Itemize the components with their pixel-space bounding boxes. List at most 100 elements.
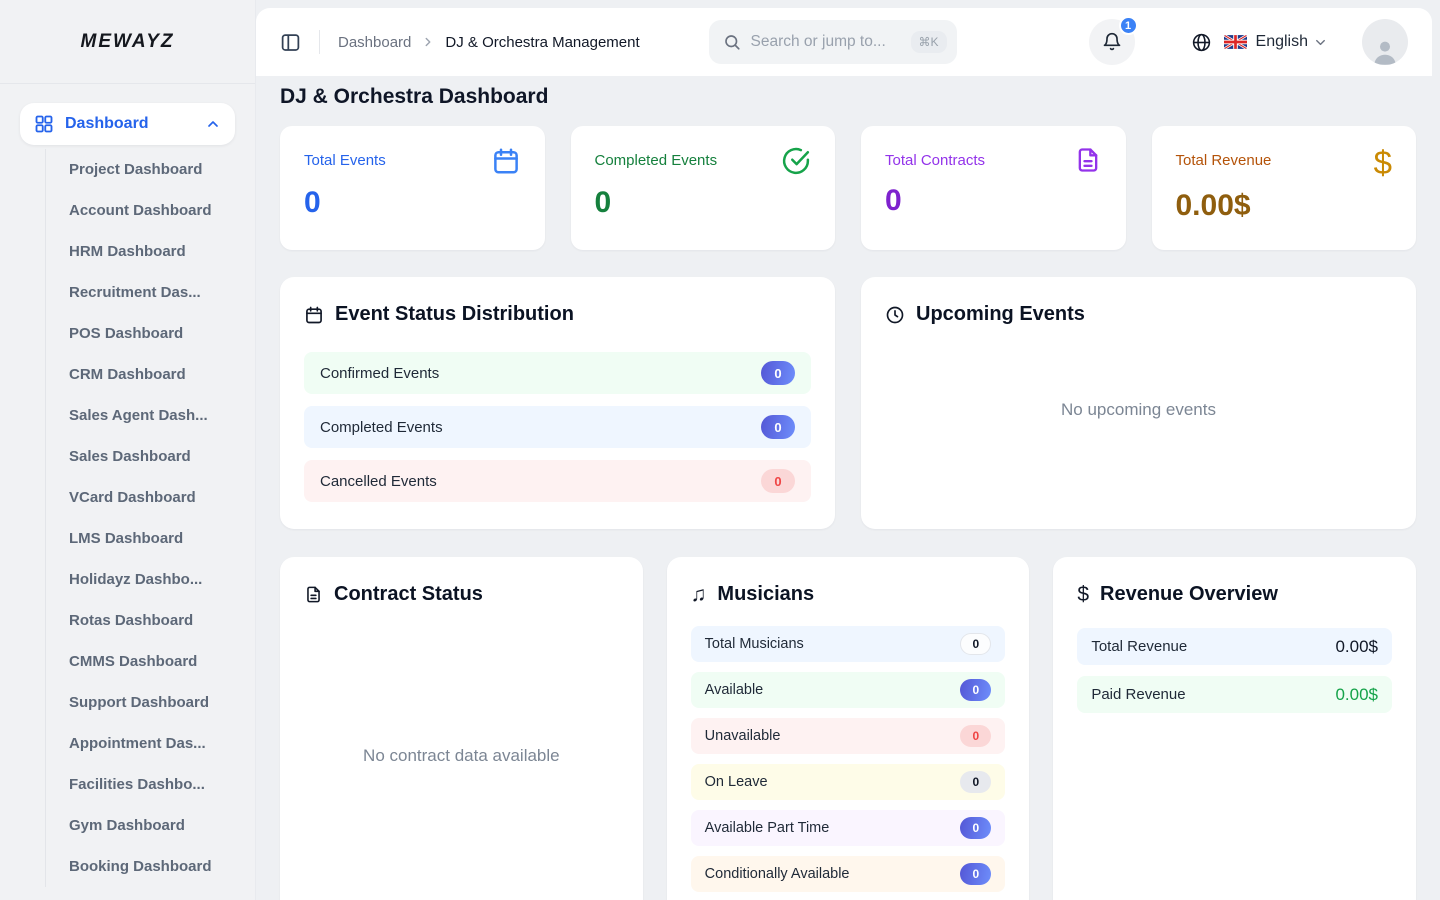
row-label: Total Revenue bbox=[1091, 638, 1187, 655]
sidebar-toggle-button[interactable] bbox=[280, 32, 301, 53]
musicians-row-on-leave: On Leave 0 bbox=[691, 764, 1006, 800]
count-badge: 0 bbox=[761, 361, 795, 385]
row-label: Total Musicians bbox=[705, 636, 804, 652]
empty-state-text: No contract data available bbox=[304, 606, 619, 900]
search-input[interactable]: Search or jump to... ⌘K bbox=[709, 20, 957, 64]
sidebar-submenu: Project Dashboard Account Dashboard HRM … bbox=[45, 149, 235, 887]
sidebar: MEWAYZ Dashboard Project Dashboard Accou… bbox=[0, 0, 256, 900]
panel-title: Event Status Distribution bbox=[335, 303, 574, 326]
sidebar-item-pos-dashboard[interactable]: POS Dashboard bbox=[46, 313, 235, 354]
sidebar-item-lms-dashboard[interactable]: LMS Dashboard bbox=[46, 518, 235, 559]
event-status-row-confirmed: Confirmed Events 0 bbox=[304, 352, 811, 394]
globe-icon bbox=[1191, 32, 1212, 53]
row-label: Available bbox=[705, 682, 764, 698]
stat-label: Completed Events bbox=[595, 152, 718, 169]
clock-icon bbox=[885, 305, 905, 325]
grid-icon bbox=[34, 114, 54, 134]
count-badge: 0 bbox=[960, 817, 991, 839]
sidebar-item-holidayz-dashboard[interactable]: Holidayz Dashbo... bbox=[46, 559, 235, 600]
header: Dashboard DJ & Orchestra Management Sear… bbox=[256, 8, 1432, 76]
stat-card-total-events: Total Events 0 bbox=[280, 126, 545, 250]
sidebar-item-gym-dashboard[interactable]: Gym Dashboard bbox=[46, 805, 235, 846]
musicians-row-part-time: Available Part Time 0 bbox=[691, 810, 1006, 846]
row-label: Unavailable bbox=[705, 728, 781, 744]
row-label: On Leave bbox=[705, 774, 768, 790]
sidebar-nav: Dashboard Project Dashboard Account Dash… bbox=[0, 84, 255, 887]
sidebar-item-facilities-dashboard[interactable]: Facilities Dashbo... bbox=[46, 764, 235, 805]
search-placeholder: Search or jump to... bbox=[751, 33, 911, 51]
stats-row: Total Events 0 Completed Events bbox=[280, 126, 1416, 250]
stat-label: Total Contracts bbox=[885, 152, 985, 169]
contract-status-panel: Contract Status No contract data availab… bbox=[280, 557, 643, 900]
row-label: Cancelled Events bbox=[320, 473, 437, 490]
sidebar-item-recruitment-dashboard[interactable]: Recruitment Das... bbox=[46, 272, 235, 313]
stat-card-total-revenue: Total Revenue $ 0.00$ bbox=[1152, 126, 1417, 250]
stat-label: Total Events bbox=[304, 152, 386, 169]
chevron-right-icon bbox=[421, 35, 435, 49]
stat-value: 0 bbox=[885, 184, 1102, 218]
header-divider bbox=[319, 30, 320, 54]
row-label: Confirmed Events bbox=[320, 365, 439, 382]
sidebar-item-sales-agent-dashboard[interactable]: Sales Agent Dash... bbox=[46, 395, 235, 436]
search-shortcut-badge: ⌘K bbox=[911, 31, 947, 53]
main-area: Dashboard DJ & Orchestra Management Sear… bbox=[256, 0, 1440, 900]
sidebar-item-cmms-dashboard[interactable]: CMMS Dashboard bbox=[46, 641, 235, 682]
sidebar-item-dashboard[interactable]: Dashboard bbox=[20, 103, 235, 145]
sidebar-item-rotas-dashboard[interactable]: Rotas Dashboard bbox=[46, 600, 235, 641]
panel-title: Revenue Overview bbox=[1100, 583, 1278, 606]
sidebar-item-sales-dashboard[interactable]: Sales Dashboard bbox=[46, 436, 235, 477]
upcoming-events-panel: Upcoming Events No upcoming events bbox=[861, 277, 1416, 529]
count-badge: 0 bbox=[960, 863, 991, 885]
sidebar-item-label: Dashboard bbox=[65, 115, 205, 133]
count-badge: 0 bbox=[761, 469, 795, 493]
dollar-icon: $ bbox=[1077, 584, 1089, 605]
panel-title: Contract Status bbox=[334, 583, 483, 606]
language-label: English bbox=[1256, 33, 1308, 51]
revenue-row-total: Total Revenue 0.00$ bbox=[1077, 628, 1392, 665]
breadcrumb-current: DJ & Orchestra Management bbox=[445, 34, 639, 51]
bottom-panels-row: Contract Status No contract data availab… bbox=[280, 557, 1416, 900]
musicians-panel: ♫ Musicians Total Musicians 0 Available … bbox=[667, 557, 1030, 900]
event-status-row-completed: Completed Events 0 bbox=[304, 406, 811, 448]
calendar-icon bbox=[491, 146, 521, 176]
sidebar-item-appointment-dashboard[interactable]: Appointment Das... bbox=[46, 723, 235, 764]
stat-value: 0 bbox=[595, 186, 812, 220]
count-badge: 0 bbox=[960, 679, 991, 701]
notifications-button[interactable]: 1 bbox=[1089, 19, 1135, 65]
middle-panels-row: Event Status Distribution Confirmed Even… bbox=[280, 277, 1416, 529]
dollar-icon: $ bbox=[1374, 146, 1392, 179]
breadcrumb: Dashboard DJ & Orchestra Management bbox=[338, 34, 640, 51]
chevron-up-icon bbox=[205, 116, 221, 132]
sidebar-item-booking-dashboard[interactable]: Booking Dashboard bbox=[46, 846, 235, 887]
user-avatar[interactable] bbox=[1362, 19, 1408, 65]
music-note-icon: ♫ bbox=[691, 584, 707, 605]
sidebar-item-support-dashboard[interactable]: Support Dashboard bbox=[46, 682, 235, 723]
empty-state-text: No upcoming events bbox=[885, 326, 1392, 494]
row-label: Conditionally Available bbox=[705, 866, 850, 882]
notification-count-badge: 1 bbox=[1119, 16, 1138, 35]
sidebar-item-account-dashboard[interactable]: Account Dashboard bbox=[46, 190, 235, 231]
revenue-value: 0.00$ bbox=[1335, 637, 1378, 657]
panel-title: Upcoming Events bbox=[916, 303, 1085, 326]
uk-flag-icon bbox=[1224, 35, 1247, 49]
stat-label: Total Revenue bbox=[1176, 152, 1272, 169]
content: DJ & Orchestra Dashboard Total Events 0 … bbox=[256, 76, 1440, 900]
event-status-panel: Event Status Distribution Confirmed Even… bbox=[280, 277, 835, 529]
logo-container: MEWAYZ bbox=[0, 0, 255, 84]
count-badge: 0 bbox=[960, 725, 991, 747]
sidebar-item-crm-dashboard[interactable]: CRM Dashboard bbox=[46, 354, 235, 395]
event-status-row-cancelled: Cancelled Events 0 bbox=[304, 460, 811, 502]
language-selector[interactable]: English bbox=[1191, 32, 1328, 53]
sidebar-item-hrm-dashboard[interactable]: HRM Dashboard bbox=[46, 231, 235, 272]
sidebar-item-vcard-dashboard[interactable]: VCard Dashboard bbox=[46, 477, 235, 518]
musicians-row-total: Total Musicians 0 bbox=[691, 626, 1006, 662]
sidebar-item-project-dashboard[interactable]: Project Dashboard bbox=[46, 149, 235, 190]
musicians-row-conditionally-available: Conditionally Available 0 bbox=[691, 856, 1006, 892]
calendar-icon bbox=[304, 305, 324, 325]
revenue-overview-panel: $ Revenue Overview Total Revenue 0.00$ P… bbox=[1053, 557, 1416, 900]
count-badge: 0 bbox=[960, 633, 991, 655]
row-label: Paid Revenue bbox=[1091, 686, 1185, 703]
breadcrumb-dashboard-link[interactable]: Dashboard bbox=[338, 34, 411, 51]
app-logo: MEWAYZ bbox=[81, 31, 175, 53]
page-title: DJ & Orchestra Dashboard bbox=[280, 85, 1416, 109]
